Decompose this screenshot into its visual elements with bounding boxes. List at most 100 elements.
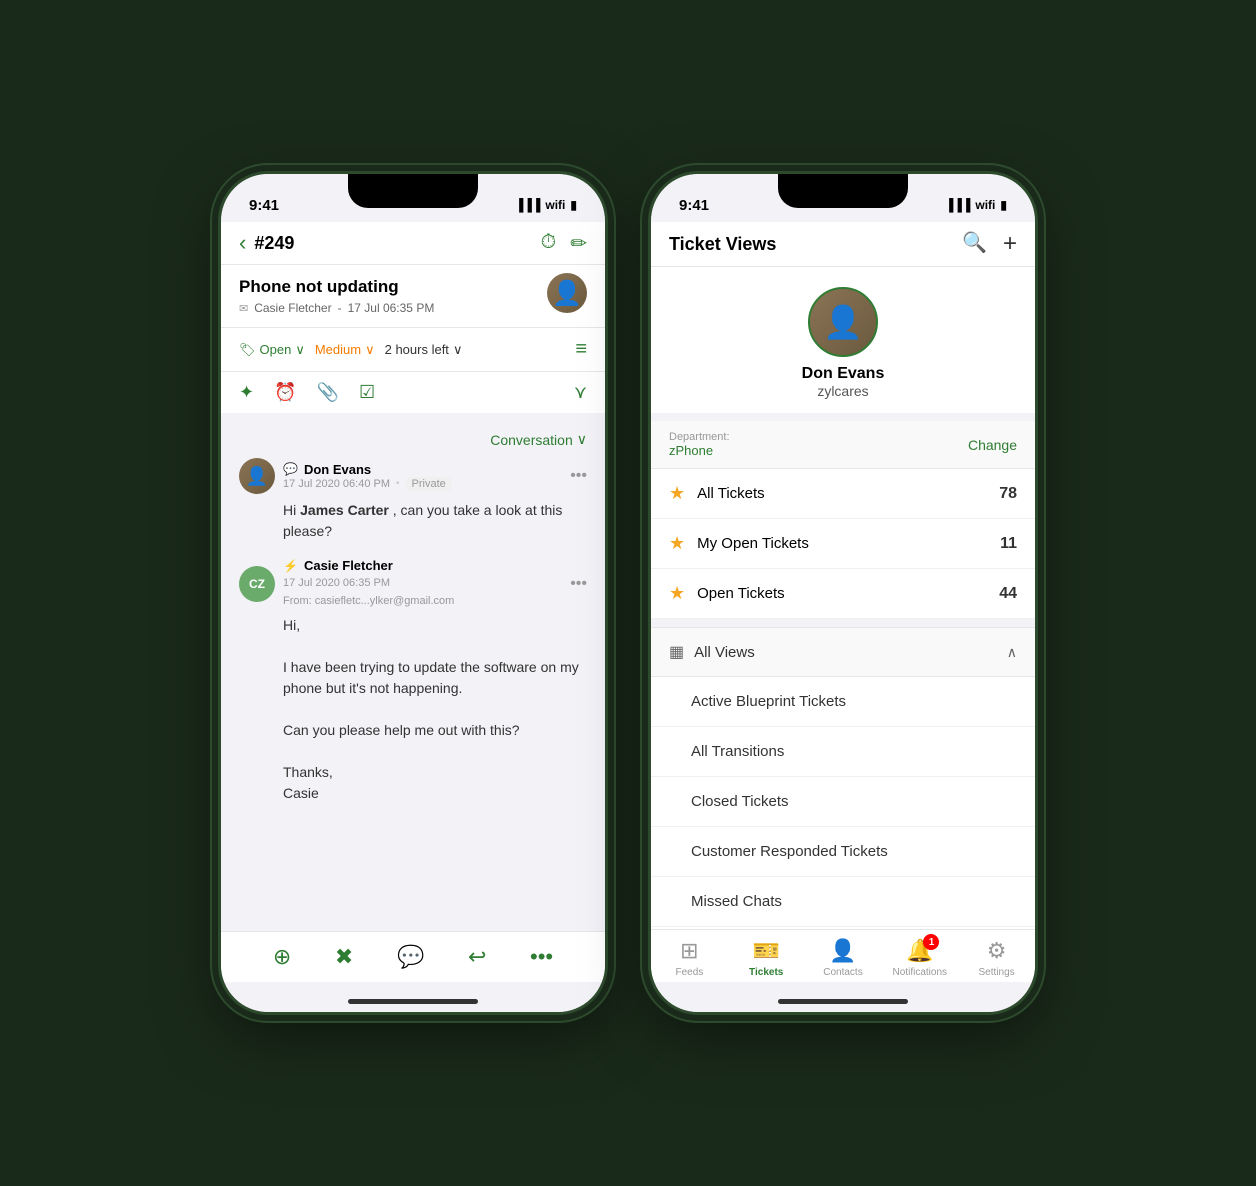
ticket-avatar: 👤 xyxy=(547,273,587,313)
status-open-badge[interactable]: 🏷 Open ∨ xyxy=(239,342,305,358)
conversation-label[interactable]: Conversation ∨ xyxy=(239,431,587,448)
msg1-more-icon[interactable]: ••• xyxy=(570,467,587,485)
msg1-name-block: 💬 Don Evans 17 Jul 2020 06:40 PM • Priva… xyxy=(283,462,562,491)
msg2-from: From: casiefletc...ylker@gmail.com xyxy=(283,595,454,607)
priority-badge[interactable]: Medium ∨ xyxy=(315,342,375,358)
view-item-blueprint[interactable]: Active Blueprint Tickets xyxy=(651,677,1035,727)
view-item-customer-responded[interactable]: Customer Responded Tickets xyxy=(651,827,1035,877)
feeds-label: Feeds xyxy=(676,967,704,978)
tab-settings[interactable]: ⚙ Settings xyxy=(958,938,1035,978)
msg2-time-row: 17 Jul 2020 06:35 PM xyxy=(283,573,562,591)
edit-icon[interactable]: ✏ xyxy=(570,231,587,256)
ticket-item-open-count: 44 xyxy=(999,585,1017,603)
notch xyxy=(348,174,478,208)
home-indicator-right xyxy=(778,999,908,1004)
back-button[interactable]: ‹ xyxy=(239,230,246,256)
notch-right xyxy=(778,174,908,208)
profile-face: 👤 xyxy=(810,289,876,355)
right-screen: 9:41 ▐▐▐ wifi ▮ Ticket Views 🔍 + 👤 xyxy=(651,174,1035,1012)
ticket-item-my-open-count: 11 xyxy=(1000,535,1017,553)
msg1-chat-icon: 💬 xyxy=(283,462,298,476)
left-phone: 9:41 ▐▐▐ wifi ▮ ‹ #249 ⏱ ✏ Phone not upd… xyxy=(218,171,608,1015)
msg1-name: Don Evans xyxy=(304,462,371,477)
meta-dash: - xyxy=(338,301,342,315)
msg1-name-row: 💬 Don Evans xyxy=(283,462,562,477)
clock-icon[interactable]: ⏰ xyxy=(274,382,296,403)
views-header[interactable]: ▦ All Views ∧ xyxy=(651,627,1035,677)
msg2-from-row: From: casiefletc...ylker@gmail.com xyxy=(283,591,562,609)
view-item-transitions[interactable]: All Transitions xyxy=(651,727,1035,777)
msg1-meta-row: 17 Jul 2020 06:40 PM • Private xyxy=(283,477,562,491)
right-nav: Ticket Views 🔍 + xyxy=(651,222,1035,267)
avatar-face: 👤 xyxy=(547,273,587,313)
conv-chevron: ∨ xyxy=(577,431,587,448)
feeds-icon: ⊞ xyxy=(680,938,698,964)
ticket-item-my-open[interactable]: ★ My Open Tickets 11 xyxy=(651,519,1035,569)
move-icon[interactable]: ⊕ xyxy=(273,944,291,970)
conversation-text: Conversation xyxy=(490,432,573,448)
wifi-icon: wifi xyxy=(545,198,565,212)
reply-icon[interactable]: ↩ xyxy=(468,944,486,970)
add-icon[interactable]: + xyxy=(1003,230,1017,258)
nav-actions: ⏱ ✏ xyxy=(541,231,587,256)
change-dept-button[interactable]: Change xyxy=(968,437,1017,453)
ticket-item-all-count: 78 xyxy=(999,485,1017,503)
view-item-missed-chats[interactable]: Missed Chats xyxy=(651,877,1035,927)
ticket-title: Phone not updating xyxy=(239,277,587,297)
tab-tickets[interactable]: 🎫 Tickets xyxy=(728,938,805,978)
signal-icon-r: ▐▐▐ xyxy=(945,198,971,212)
ticket-item-open[interactable]: ★ Open Tickets 44 xyxy=(651,569,1035,619)
ticket-tools-row: ✦ ⏰ 📎 ☑ ⋎ xyxy=(221,372,605,421)
view-item-closed[interactable]: Closed Tickets xyxy=(651,777,1035,827)
messages-area: 👤 💬 Don Evans 17 Jul 2020 06:40 PM • Pri… xyxy=(221,458,605,838)
star-open-icon: ★ xyxy=(669,583,685,604)
more-icon[interactable]: ••• xyxy=(530,944,553,970)
msg1-dot: • xyxy=(396,478,400,489)
profile-org: zylcares xyxy=(817,383,868,399)
msg2-time: 17 Jul 2020 06:35 PM xyxy=(283,577,390,589)
timer-icon[interactable]: ⏱ xyxy=(541,231,557,256)
new-chat-icon[interactable]: 💬 xyxy=(397,944,424,970)
bottom-toolbar-left: ⊕ ✖ 💬 ↩ ••• xyxy=(221,931,605,982)
msg1-pre: Hi xyxy=(283,502,300,518)
tab-notifications[interactable]: 🔔 1 Notifications xyxy=(881,938,958,978)
lightbulb-icon[interactable]: ✦ xyxy=(239,382,254,403)
ticket-list: ★ All Tickets 78 ★ My Open Tickets 11 ★ … xyxy=(651,469,1035,619)
message-casie: CZ ⚡ Casie Fletcher 17 Jul 2020 06:35 PM xyxy=(239,558,587,804)
views-grid-icon: ▦ xyxy=(669,642,684,662)
ticket-number: #249 xyxy=(254,233,540,254)
tickets-label: Tickets xyxy=(749,967,783,978)
status-time-right: 9:41 xyxy=(679,197,709,214)
menu-icon[interactable]: ≡ xyxy=(575,338,587,361)
tab-contacts[interactable]: 👤 Contacts xyxy=(805,938,882,978)
expand-icon[interactable]: ⋎ xyxy=(574,382,587,403)
msg2-body: Hi, I have been trying to update the sof… xyxy=(239,615,587,804)
priority-chevron: ∨ xyxy=(365,342,375,358)
status-icons-left: ▐▐▐ wifi ▮ xyxy=(515,198,577,212)
ticket-date: 17 Jul 06:35 PM xyxy=(348,301,435,315)
views-header-left: ▦ All Views xyxy=(669,642,755,662)
close-icon[interactable]: ✖ xyxy=(335,944,353,970)
tab-feeds[interactable]: ⊞ Feeds xyxy=(651,938,728,978)
msg2-name-block: ⚡ Casie Fletcher 17 Jul 2020 06:35 PM Fr… xyxy=(283,558,562,609)
time-left-badge[interactable]: 2 hours left ∨ xyxy=(385,342,463,358)
checklist-icon[interactable]: ☑ xyxy=(359,382,375,403)
ticket-item-all-label: All Tickets xyxy=(697,485,999,502)
time-left-label: 2 hours left xyxy=(385,342,449,357)
views-chevron-icon: ∧ xyxy=(1007,644,1017,661)
right-phone: 9:41 ▐▐▐ wifi ▮ Ticket Views 🔍 + 👤 xyxy=(648,171,1038,1015)
msg1-private-tag: Private xyxy=(406,477,452,491)
ticket-item-my-open-label: My Open Tickets xyxy=(697,535,1000,552)
status-icons-right: ▐▐▐ wifi ▮ xyxy=(945,198,1007,212)
wifi-icon-r: wifi xyxy=(975,198,995,212)
tickets-icon: 🎫 xyxy=(752,938,779,964)
profile-avatar: 👤 xyxy=(808,287,878,357)
attachment-icon[interactable]: 📎 xyxy=(317,382,339,403)
dept-info: Department: zPhone xyxy=(669,431,730,458)
assignee-name: Casie Fletcher xyxy=(254,301,331,315)
star-my-open-icon: ★ xyxy=(669,533,685,554)
msg1-time: 17 Jul 2020 06:40 PM xyxy=(283,478,390,490)
search-icon[interactable]: 🔍 xyxy=(962,230,987,258)
ticket-item-all[interactable]: ★ All Tickets 78 xyxy=(651,469,1035,519)
msg2-more-icon[interactable]: ••• xyxy=(570,575,587,593)
